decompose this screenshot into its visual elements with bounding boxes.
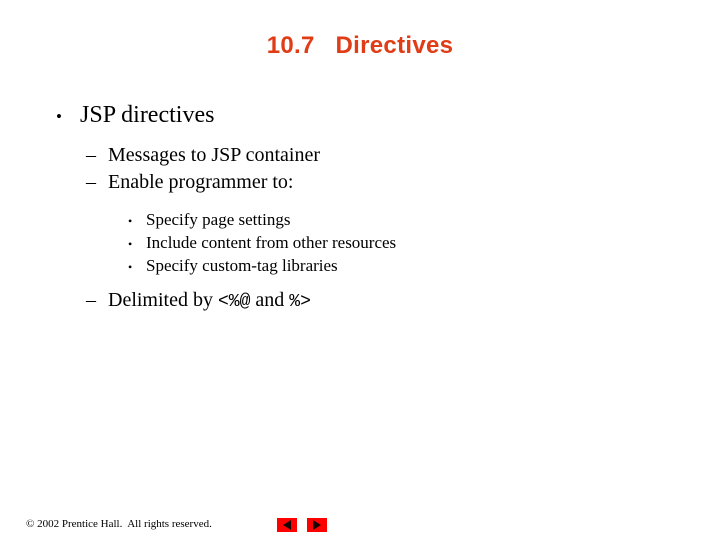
- dash-icon: –: [86, 171, 96, 193]
- outline-item-page-settings-label: Specify page settings: [146, 210, 291, 229]
- outline-item-delimited-label: Delimited by <%@ and %>: [108, 287, 311, 316]
- slide-body: • JSP directives – Messages to JSP conta…: [0, 100, 720, 316]
- outline-item-messages: – Messages to JSP container: [86, 142, 720, 169]
- code-directive-open: <%@: [217, 292, 251, 312]
- outline-item-custom-tag-label: Specify custom-tag libraries: [146, 256, 338, 275]
- outline-item-custom-tag: • Specify custom-tag libraries: [128, 255, 720, 278]
- next-slide-button[interactable]: [307, 518, 327, 532]
- outline-item-page-settings: • Specify page settings: [128, 209, 720, 232]
- outline-item-level1-label: JSP directives: [80, 102, 215, 128]
- dash-icon: –: [86, 144, 96, 166]
- triangle-left-icon: [283, 520, 291, 530]
- dash-icon: –: [86, 289, 96, 311]
- delimited-text-before: Delimited by: [108, 289, 218, 311]
- outline-item-enable-label: Enable programmer to:: [108, 171, 294, 193]
- page-title: 10.7 Directives: [266, 32, 454, 59]
- code-directive-close: %>: [289, 292, 311, 312]
- bullet-dot-icon: •: [128, 214, 133, 228]
- outline-item-enable: – Enable programmer to:: [86, 169, 720, 196]
- outline-item-level1: • JSP directives: [56, 100, 720, 132]
- previous-slide-button[interactable]: [277, 518, 297, 532]
- triangle-right-icon: [313, 520, 321, 530]
- slide-navigation: [277, 518, 327, 532]
- outline-item-include-content-label: Include content from other resources: [146, 233, 397, 252]
- delimited-text-middle: and: [250, 289, 290, 311]
- outline-item-delimited: – Delimited by <%@ and %>: [86, 287, 720, 316]
- outline-item-include-content: • Include content from other resources: [128, 232, 720, 255]
- outline-item-messages-label: Messages to JSP container: [108, 144, 321, 166]
- bullet-dot-icon: •: [128, 260, 133, 274]
- bullet-dot-icon: •: [128, 237, 133, 251]
- bullet-dot-icon: •: [56, 107, 62, 126]
- copyright-notice: © 2002 Prentice Hall. All rights reserve…: [26, 518, 212, 530]
